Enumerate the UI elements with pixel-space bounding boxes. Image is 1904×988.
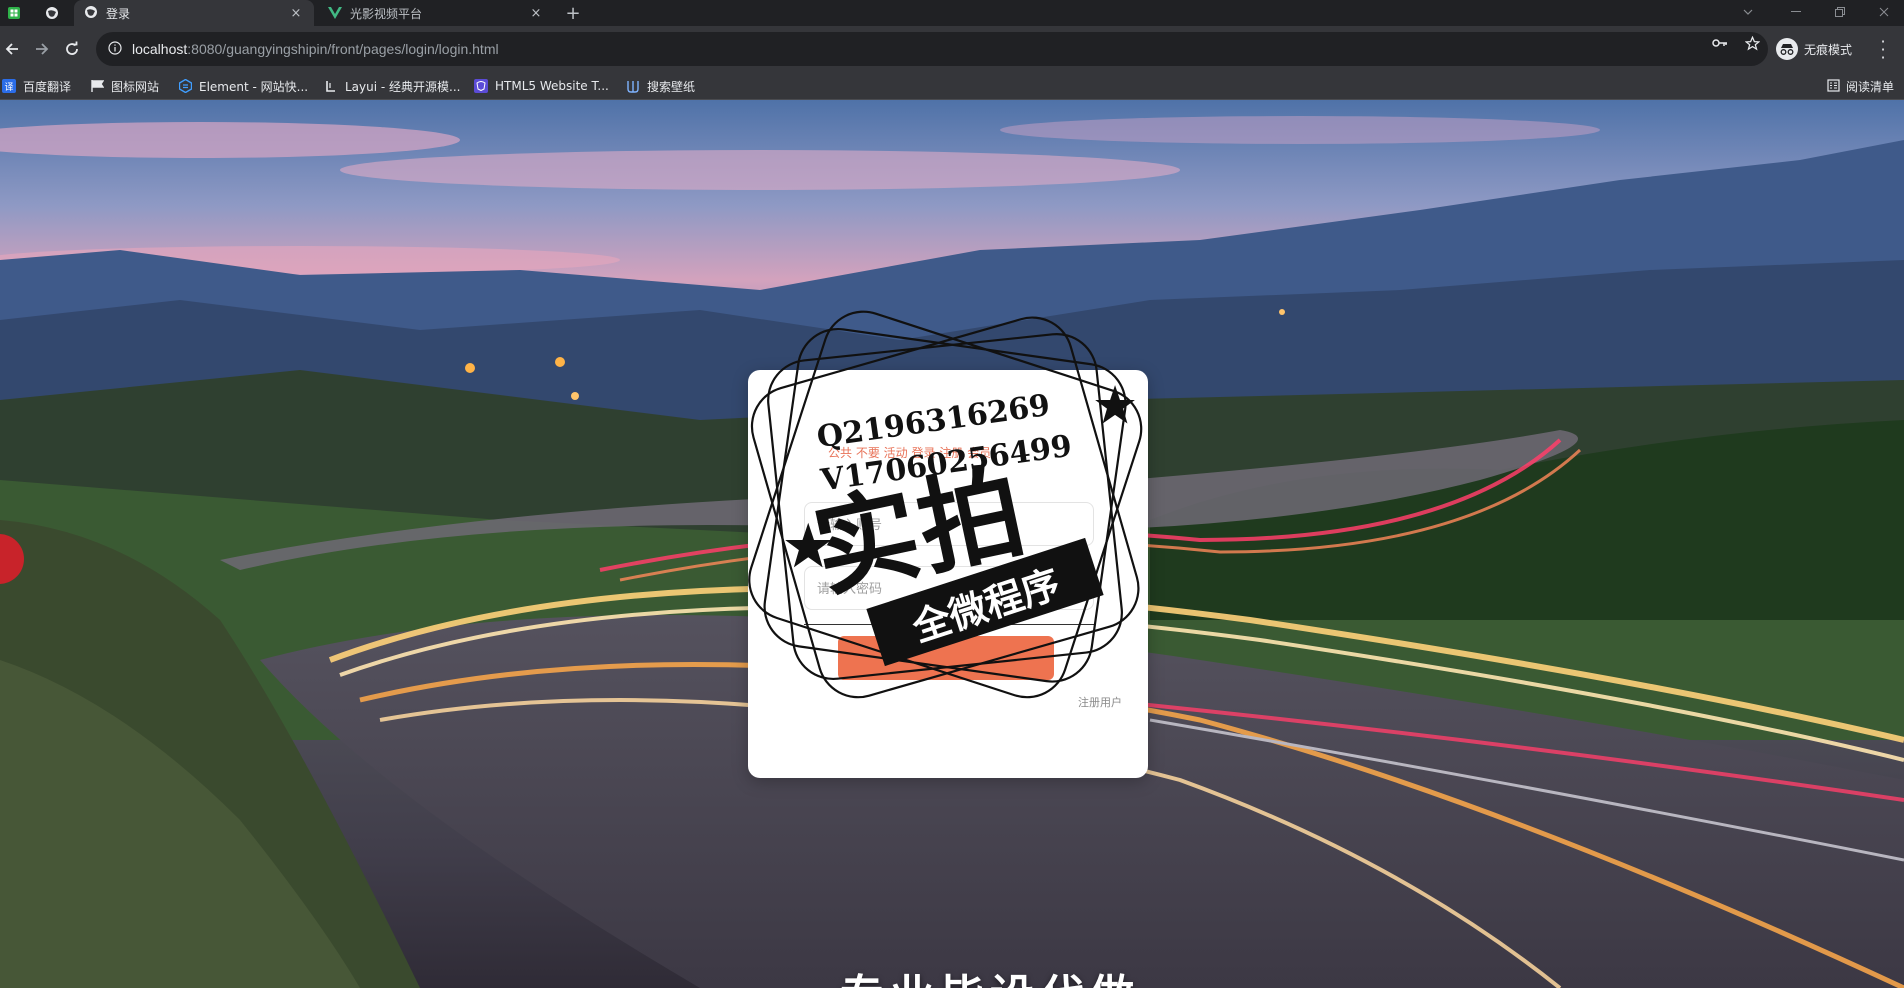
- element-icon: [178, 79, 192, 93]
- restore-icon[interactable]: [1820, 2, 1860, 22]
- address-bar[interactable]: localhost:8080/guangyingshipin/front/pag…: [96, 32, 1768, 66]
- tab-label: 登录: [106, 6, 131, 21]
- minimize-icon[interactable]: [1776, 2, 1816, 22]
- layui-icon: [324, 79, 338, 93]
- bookmark-star-icon[interactable]: [1742, 34, 1762, 52]
- incognito-indicator[interactable]: 无痕模式: [1776, 37, 1852, 61]
- form-divider: [804, 624, 1094, 625]
- login-notice: 公共 不要 活动 登录 注册 会员: [828, 446, 992, 460]
- url-path: :8080/guangyingshipin/front/pages/login/…: [187, 41, 499, 57]
- forward-icon[interactable]: [30, 37, 54, 61]
- key-icon[interactable]: [1710, 34, 1730, 52]
- browser-toolbar: localhost:8080/guangyingshipin/front/pag…: [0, 26, 1904, 72]
- tab-favicon-vue-icon: [328, 4, 342, 23]
- bookmark-label: 图标网站: [111, 79, 160, 94]
- tab-favicon-globe-icon: [84, 4, 98, 23]
- tab-login[interactable]: 登录 ×: [74, 0, 314, 26]
- bookmark-icon-site[interactable]: 图标网站: [90, 77, 159, 95]
- back-icon[interactable]: [0, 37, 24, 61]
- url-text[interactable]: localhost:8080/guangyingshipin/front/pag…: [132, 41, 499, 57]
- tab-video-platform[interactable]: 光影视频平台 ×: [318, 0, 554, 26]
- html5-icon: [474, 79, 488, 93]
- tab-close-icon[interactable]: ×: [528, 6, 544, 21]
- tab-label: 光影视频平台: [350, 6, 423, 21]
- tab-strip: 登录 × 光影视频平台 × +: [0, 0, 1904, 26]
- bookmark-html5-templates[interactable]: HTML5 Website T...: [474, 77, 609, 95]
- url-host: localhost: [132, 41, 188, 57]
- bottom-caption: 专业毕设代做: [840, 960, 1140, 988]
- reading-list-icon: [1827, 77, 1840, 96]
- wallpaper-icon: [626, 79, 640, 93]
- site-info-icon[interactable]: [108, 40, 122, 59]
- login-card: 公共 不要 活动 登录 注册 会员 注册用户: [748, 370, 1148, 778]
- reload-icon[interactable]: [60, 37, 84, 61]
- flag-icon: [90, 79, 104, 93]
- register-link[interactable]: 注册用户: [1078, 694, 1122, 710]
- new-tab-button[interactable]: +: [562, 2, 584, 24]
- username-field[interactable]: [804, 502, 1094, 546]
- reading-list-button[interactable]: 阅读清单: [1827, 77, 1894, 95]
- bookmark-baidu-translate[interactable]: 译 百度翻译: [2, 77, 71, 95]
- bookmark-label: 搜索壁纸: [647, 79, 696, 94]
- tab-search-icon[interactable]: [1728, 2, 1768, 22]
- bookmark-element[interactable]: Element - 网站快...: [178, 77, 308, 95]
- incognito-icon: [1776, 38, 1798, 60]
- password-field[interactable]: [804, 566, 1094, 610]
- translate-icon: 译: [2, 79, 16, 93]
- bookmark-label: 百度翻译: [23, 79, 72, 94]
- login-button[interactable]: [838, 636, 1054, 680]
- bookmark-label: Layui - 经典开源模...: [345, 79, 461, 94]
- bookmarks-bar: 译 百度翻译 图标网站 Element - 网站快... Layui - 经典开…: [0, 72, 1904, 100]
- tab-close-icon[interactable]: ×: [288, 6, 304, 21]
- reading-list-label: 阅读清单: [1845, 79, 1894, 94]
- username-input[interactable]: [817, 516, 1093, 532]
- page-viewport: 公共 不要 活动 登录 注册 会员 注册用户 Q2196316269 V1706…: [0, 100, 1904, 988]
- bookmark-label: Element - 网站快...: [199, 79, 309, 94]
- browser-menu-icon[interactable]: · · ·: [1878, 34, 1888, 66]
- password-input[interactable]: [817, 580, 1093, 596]
- bookmark-layui[interactable]: Layui - 经典开源模...: [324, 77, 460, 95]
- bookmark-wallpaper[interactable]: 搜索壁纸: [626, 77, 695, 95]
- close-window-icon[interactable]: [1864, 2, 1904, 22]
- globe-icon[interactable]: [42, 3, 62, 23]
- bookmark-label: HTML5 Website T...: [495, 79, 609, 93]
- app-grid-icon[interactable]: [4, 3, 24, 23]
- incognito-label: 无痕模式: [1804, 42, 1853, 57]
